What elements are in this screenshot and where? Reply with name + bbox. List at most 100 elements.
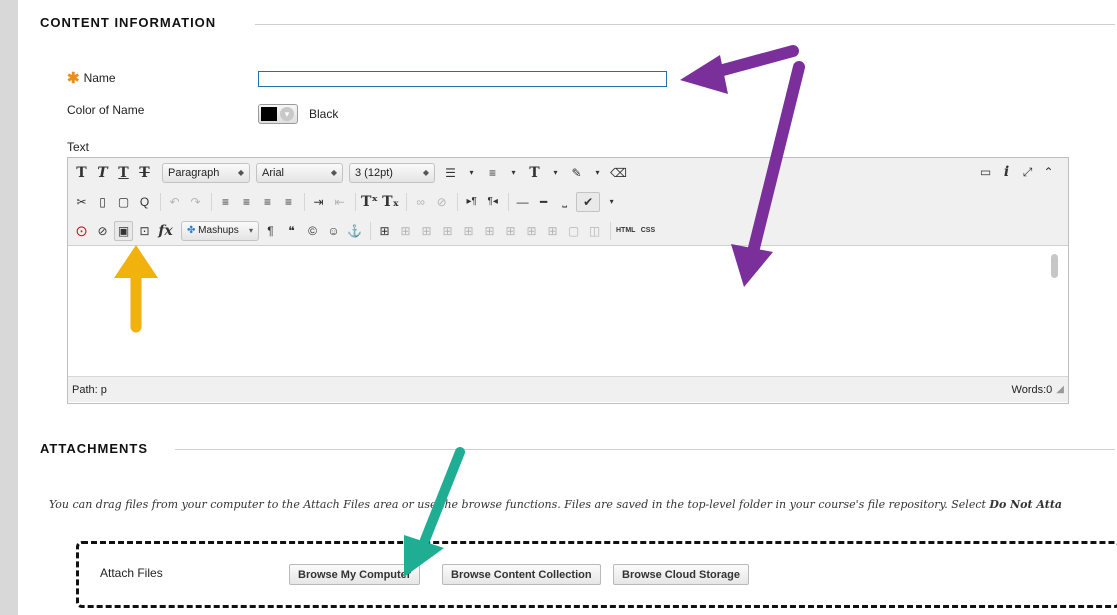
fullscreen-icon[interactable]: ⤢ xyxy=(1018,162,1037,182)
copy-icon[interactable]: ▯ xyxy=(93,192,112,212)
emoticon-icon[interactable]: ☺ xyxy=(324,221,343,241)
chevron-down-icon[interactable]: ▾ xyxy=(588,163,607,183)
delete-row-icon[interactable]: ⊞ xyxy=(480,221,499,241)
strikethrough-icon[interactable]: T xyxy=(135,163,154,183)
toolbar-row-1: T T T T Paragraph ◆ Arial ◆ 3 (12pt) ◆ ☰ ▾ … xyxy=(68,158,1068,187)
underline-icon[interactable]: T xyxy=(114,163,133,183)
align-right-icon[interactable]: ≡ xyxy=(258,192,277,212)
undo-icon[interactable]: ↶ xyxy=(165,192,184,212)
section-title-attachments: ATTACHMENTS xyxy=(40,441,149,456)
toolbar-row-3: ⊙ ⊘ ▣ ⊡ fx ✤ Mashups ▾ ¶ ❝ © ☺ ⚓ ⊞ ⊞ ⊞ ⊞ … xyxy=(68,216,1068,245)
html-source-button[interactable]: HTML xyxy=(615,221,636,241)
math-formula-icon[interactable]: fx xyxy=(156,221,175,241)
horizontal-rule-icon[interactable]: — xyxy=(513,192,532,212)
bold-icon[interactable]: T xyxy=(72,163,91,183)
insert-col-before-icon[interactable]: ⊞ xyxy=(501,221,520,241)
paragraph-select[interactable]: Paragraph ◆ xyxy=(162,162,250,183)
section-divider xyxy=(255,24,1115,25)
editor-scrollbar[interactable] xyxy=(1051,254,1058,278)
toolbar-right-group: ▭ i ⤢ ⌃ xyxy=(976,162,1060,182)
text-label: Text xyxy=(67,140,90,154)
editor-content-area[interactable] xyxy=(68,246,1068,376)
insert-row-before-icon[interactable]: ⊞ xyxy=(438,221,457,241)
eraser-icon[interactable]: ⌫ xyxy=(609,163,628,183)
numbered-list-icon[interactable]: ≡ xyxy=(483,163,502,183)
info-icon[interactable]: i xyxy=(997,162,1016,182)
attach-file-icon[interactable]: ⊘ xyxy=(93,221,112,241)
merge-cells-icon[interactable]: ◫ xyxy=(585,221,604,241)
justify-icon[interactable]: ≡ xyxy=(279,192,298,212)
size-select[interactable]: 3 (12pt) ◆ xyxy=(349,162,435,183)
color-picker-button[interactable]: ▾ xyxy=(258,104,298,124)
attachments-instructions: You can drag files from your computer to… xyxy=(49,498,1115,511)
find-icon[interactable]: Q xyxy=(135,192,154,212)
nonbreaking-space-icon[interactable]: ⎵ xyxy=(555,192,574,212)
insert-col-after-icon[interactable]: ⊞ xyxy=(522,221,541,241)
paragraph-mark-icon[interactable]: ¶ xyxy=(261,221,280,241)
chevron-down-icon[interactable]: ▾ xyxy=(546,163,565,183)
align-center-icon[interactable]: ≡ xyxy=(237,192,256,212)
preview-icon[interactable]: ▭ xyxy=(976,162,995,182)
font-select[interactable]: Arial ◆ xyxy=(256,162,343,183)
section-title-content: CONTENT INFORMATION xyxy=(40,15,217,30)
align-left-icon[interactable]: ≡ xyxy=(216,192,235,212)
color-value: Black xyxy=(309,107,339,121)
size-select-value: 3 (12pt) xyxy=(355,166,393,179)
outdent-icon[interactable]: ⇤ xyxy=(330,192,349,212)
link-icon[interactable]: ∞ xyxy=(411,192,430,212)
cut-icon[interactable]: ✂ xyxy=(72,192,91,212)
indent-icon[interactable]: ⇥ xyxy=(309,192,328,212)
record-icon[interactable]: ⊙ xyxy=(72,221,91,241)
name-input[interactable] xyxy=(258,71,667,87)
font-select-value: Arial xyxy=(262,166,285,179)
chevron-down-icon[interactable]: ▾ xyxy=(504,163,523,183)
page: CONTENT INFORMATION ✱ Name Color of Name… xyxy=(18,0,1117,615)
chevron-down-icon: ▾ xyxy=(280,107,294,121)
section-divider xyxy=(175,449,1115,450)
browse-content-collection-button[interactable]: Browse Content Collection xyxy=(442,564,601,585)
superscript-icon[interactable]: Tˣ xyxy=(360,192,379,212)
paragraph-select-value: Paragraph xyxy=(168,166,220,179)
rtl-icon[interactable]: ¶◂ xyxy=(483,192,502,212)
highlight-icon[interactable]: ✎ xyxy=(567,163,586,183)
insert-media-icon[interactable]: ⊡ xyxy=(135,221,154,241)
word-count: Words:0 xyxy=(1011,383,1053,396)
toolbar-row-2: ✂ ▯ ▢ Q ↶ ↷ ≡ ≡ ≡ ≡ ⇥ ⇤ Tˣ Tₓ ∞ ⊘ ▸¶ ¶◂ … xyxy=(68,187,1068,216)
editor-statusbar: Path: p Words:0 ◢ xyxy=(68,376,1068,402)
editor-toolbar: T T T T Paragraph ◆ Arial ◆ 3 (12pt) ◆ ☰ ▾ … xyxy=(68,158,1068,246)
collapse-toolbar-icon[interactable]: ⌃ xyxy=(1039,162,1058,182)
spellcheck-icon[interactable]: ✔ xyxy=(576,191,601,212)
mashups-select[interactable]: ✤ Mashups ▾ xyxy=(181,220,259,241)
chevron-down-icon[interactable]: ▾ xyxy=(462,163,481,183)
ltr-icon[interactable]: ▸¶ xyxy=(462,192,481,212)
chevron-down-icon[interactable]: ▾ xyxy=(602,192,621,212)
instructions-bold-text: Do Not Atta xyxy=(989,498,1063,511)
text-editor: T T T T Paragraph ◆ Arial ◆ 3 (12pt) ◆ ☰ ▾ … xyxy=(67,157,1069,404)
delete-col-icon[interactable]: ⊞ xyxy=(543,221,562,241)
resize-handle-icon[interactable]: ◢ xyxy=(1056,384,1064,395)
unlink-icon[interactable]: ⊘ xyxy=(432,192,451,212)
table-cell-props-icon[interactable]: ⊞ xyxy=(417,221,436,241)
color-label: Color of Name xyxy=(67,103,145,117)
table-row-props-icon[interactable]: ⊞ xyxy=(396,221,415,241)
paste-icon[interactable]: ▢ xyxy=(114,192,133,212)
quote-icon[interactable]: ❝ xyxy=(282,221,301,241)
split-cells-icon[interactable]: ▢ xyxy=(564,221,583,241)
anchor-icon[interactable]: ⚓ xyxy=(345,221,364,241)
attach-files-label: Attach Files xyxy=(100,566,163,580)
browse-my-computer-button[interactable]: Browse My Computer xyxy=(289,564,421,585)
bullet-list-icon[interactable]: ☰ xyxy=(441,163,460,183)
italic-icon[interactable]: T xyxy=(93,163,112,183)
copyright-icon[interactable]: © xyxy=(303,221,322,241)
text-color-icon[interactable]: T xyxy=(525,163,544,183)
subscript-icon[interactable]: Tₓ xyxy=(381,192,400,212)
browse-cloud-storage-button[interactable]: Browse Cloud Storage xyxy=(613,564,749,585)
instructions-text: You can drag files from your computer to… xyxy=(49,498,990,511)
insert-row-after-icon[interactable]: ⊞ xyxy=(459,221,478,241)
redo-icon[interactable]: ↷ xyxy=(186,192,205,212)
table-icon[interactable]: ⊞ xyxy=(375,221,394,241)
line-icon[interactable]: ━ xyxy=(534,192,553,212)
css-button[interactable]: CSS xyxy=(638,221,657,241)
required-star-icon: ✱ xyxy=(67,70,80,87)
insert-image-icon[interactable]: ▣ xyxy=(114,220,133,241)
